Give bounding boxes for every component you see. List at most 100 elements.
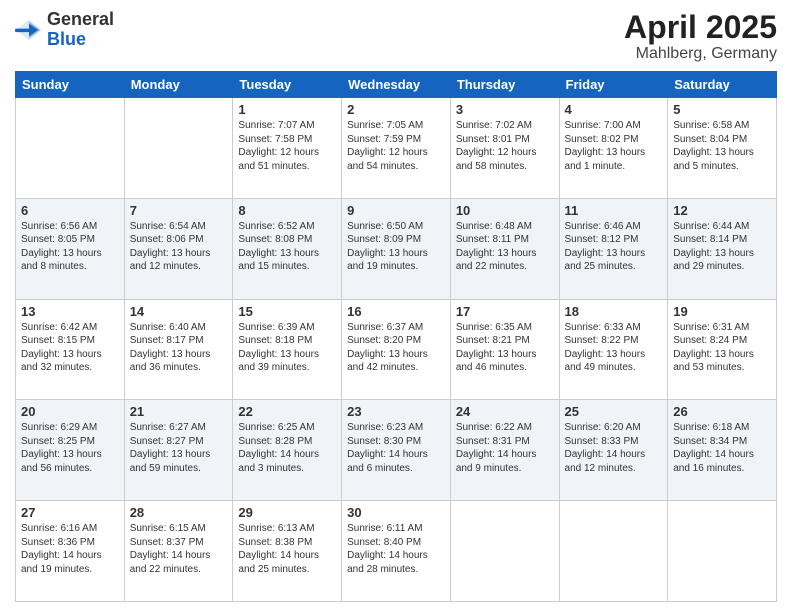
day-number: 20 [21,404,119,419]
week-row-1: 1 Sunrise: 7:07 AM Sunset: 7:58 PM Daylig… [16,98,777,199]
day-info: Sunrise: 6:56 AM Sunset: 8:05 PM Dayligh… [21,220,119,274]
location-title: Mahlberg, Germany [624,45,777,63]
day-number: 25 [565,404,663,419]
calendar-cell: 17 Sunrise: 6:35 AM Sunset: 8:21 PM Dayli… [450,299,559,400]
day-number: 30 [347,505,445,520]
calendar-cell: 29Sunrise: 6:13 AM Sunset: 8:38 PM Dayli… [233,501,342,602]
day-number: 15 [238,304,336,319]
day-number: 16 [347,304,445,319]
day-info: Sunrise: 7:05 AM Sunset: 7:59 PM Dayligh… [347,119,445,173]
calendar-cell: 10Sunrise: 6:48 AM Sunset: 8:11 PM Dayli… [450,198,559,299]
day-info: Sunrise: 7:07 AM Sunset: 7:58 PM Dayligh… [238,119,336,173]
day-info: Sunrise: 6:15 AM Sunset: 8:37 PM Dayligh… [130,522,228,576]
calendar-cell [668,501,777,602]
calendar-cell: 14 Sunrise: 6:40 AM Sunset: 8:17 PM Dayli… [124,299,233,400]
calendar-cell: 11Sunrise: 6:46 AM Sunset: 8:12 PM Dayli… [559,198,668,299]
calendar-cell: 9 Sunrise: 6:50 AM Sunset: 8:09 PM Daylig… [342,198,451,299]
day-info: Sunrise: 6:25 AM Sunset: 8:28 PM Dayligh… [238,421,336,475]
day-number: 12 [673,203,771,218]
day-number: 19 [673,304,771,319]
calendar-cell [124,98,233,199]
day-info: Sunrise: 6:39 AM Sunset: 8:18 PM Dayligh… [238,321,336,375]
weekday-header-wednesday: Wednesday [342,72,451,98]
calendar-cell: 23Sunrise: 6:23 AM Sunset: 8:30 PM Dayli… [342,400,451,501]
weekday-header-row: SundayMondayTuesdayWednesdayThursdayFrid… [16,72,777,98]
day-info: Sunrise: 6:58 AM Sunset: 8:04 PM Dayligh… [673,119,771,173]
day-number: 22 [238,404,336,419]
calendar-cell: 15 Sunrise: 6:39 AM Sunset: 8:18 PM Dayli… [233,299,342,400]
logo: General Blue [15,10,114,50]
day-number: 17 [456,304,554,319]
day-info: Sunrise: 6:52 AM Sunset: 8:08 PM Dayligh… [238,220,336,274]
day-number: 18 [565,304,663,319]
logo-icon [15,16,43,44]
day-info: Sunrise: 6:44 AM Sunset: 8:14 PM Dayligh… [673,220,771,274]
weekday-header-friday: Friday [559,72,668,98]
day-info: Sunrise: 6:35 AM Sunset: 8:21 PM Dayligh… [456,321,554,375]
calendar-cell [450,501,559,602]
day-info: Sunrise: 6:22 AM Sunset: 8:31 PM Dayligh… [456,421,554,475]
day-number: 28 [130,505,228,520]
calendar-cell: 30Sunrise: 6:11 AM Sunset: 8:40 PM Dayli… [342,501,451,602]
week-row-4: 20 Sunrise: 6:29 AM Sunset: 8:25 PM Dayli… [16,400,777,501]
day-info: Sunrise: 6:54 AM Sunset: 8:06 PM Dayligh… [130,220,228,274]
calendar: SundayMondayTuesdayWednesdayThursdayFrid… [15,71,777,602]
day-number: 8 [238,203,336,218]
calendar-cell: 6 Sunrise: 6:56 AM Sunset: 8:05 PM Daylig… [16,198,125,299]
calendar-cell: 22 Sunrise: 6:25 AM Sunset: 8:28 PM Dayli… [233,400,342,501]
day-number: 14 [130,304,228,319]
calendar-cell: 20 Sunrise: 6:29 AM Sunset: 8:25 PM Dayli… [16,400,125,501]
logo-general: General [47,10,114,30]
day-number: 1 [238,102,336,117]
day-info: Sunrise: 6:16 AM Sunset: 8:36 PM Dayligh… [21,522,119,576]
calendar-cell: 25 Sunrise: 6:20 AM Sunset: 8:33 PM Dayli… [559,400,668,501]
header: General Blue April 2025 Mahlberg, German… [15,10,777,63]
week-row-2: 6 Sunrise: 6:56 AM Sunset: 8:05 PM Daylig… [16,198,777,299]
month-title: April 2025 [624,10,777,45]
day-info: Sunrise: 6:33 AM Sunset: 8:22 PM Dayligh… [565,321,663,375]
weekday-header-saturday: Saturday [668,72,777,98]
calendar-cell: 26Sunrise: 6:18 AM Sunset: 8:34 PM Dayli… [668,400,777,501]
day-number: 11 [565,203,663,218]
day-info: Sunrise: 6:29 AM Sunset: 8:25 PM Dayligh… [21,421,119,475]
day-number: 2 [347,102,445,117]
calendar-cell: 21 Sunrise: 6:27 AM Sunset: 8:27 PM Dayli… [124,400,233,501]
calendar-cell: 1 Sunrise: 7:07 AM Sunset: 7:58 PM Daylig… [233,98,342,199]
day-info: Sunrise: 7:02 AM Sunset: 8:01 PM Dayligh… [456,119,554,173]
day-info: Sunrise: 6:20 AM Sunset: 8:33 PM Dayligh… [565,421,663,475]
weekday-header-sunday: Sunday [16,72,125,98]
day-number: 5 [673,102,771,117]
calendar-cell: 8 Sunrise: 6:52 AM Sunset: 8:08 PM Daylig… [233,198,342,299]
day-info: Sunrise: 6:48 AM Sunset: 8:11 PM Dayligh… [456,220,554,274]
day-number: 3 [456,102,554,117]
day-info: Sunrise: 6:31 AM Sunset: 8:24 PM Dayligh… [673,321,771,375]
day-number: 13 [21,304,119,319]
day-number: 6 [21,203,119,218]
calendar-cell: 24 Sunrise: 6:22 AM Sunset: 8:31 PM Dayli… [450,400,559,501]
calendar-cell: 27 Sunrise: 6:16 AM Sunset: 8:36 PM Dayli… [16,501,125,602]
day-number: 7 [130,203,228,218]
day-info: Sunrise: 6:37 AM Sunset: 8:20 PM Dayligh… [347,321,445,375]
day-info: Sunrise: 6:18 AM Sunset: 8:34 PM Dayligh… [673,421,771,475]
day-number: 9 [347,203,445,218]
calendar-cell: 18 Sunrise: 6:33 AM Sunset: 8:22 PM Dayli… [559,299,668,400]
day-number: 27 [21,505,119,520]
weekday-header-tuesday: Tuesday [233,72,342,98]
day-number: 24 [456,404,554,419]
calendar-cell: 7 Sunrise: 6:54 AM Sunset: 8:06 PM Daylig… [124,198,233,299]
calendar-cell: 2 Sunrise: 7:05 AM Sunset: 7:59 PM Daylig… [342,98,451,199]
weekday-header-monday: Monday [124,72,233,98]
day-info: Sunrise: 6:40 AM Sunset: 8:17 PM Dayligh… [130,321,228,375]
weekday-header-thursday: Thursday [450,72,559,98]
day-number: 4 [565,102,663,117]
day-info: Sunrise: 6:42 AM Sunset: 8:15 PM Dayligh… [21,321,119,375]
week-row-5: 27 Sunrise: 6:16 AM Sunset: 8:36 PM Dayli… [16,501,777,602]
day-info: Sunrise: 6:50 AM Sunset: 8:09 PM Dayligh… [347,220,445,274]
day-info: Sunrise: 6:27 AM Sunset: 8:27 PM Dayligh… [130,421,228,475]
day-number: 21 [130,404,228,419]
calendar-cell: 5 Sunrise: 6:58 AM Sunset: 8:04 PM Daylig… [668,98,777,199]
day-info: Sunrise: 7:00 AM Sunset: 8:02 PM Dayligh… [565,119,663,173]
calendar-cell: 16 Sunrise: 6:37 AM Sunset: 8:20 PM Dayli… [342,299,451,400]
logo-text: General Blue [47,10,114,50]
calendar-cell: 4 Sunrise: 7:00 AM Sunset: 8:02 PM Daylig… [559,98,668,199]
